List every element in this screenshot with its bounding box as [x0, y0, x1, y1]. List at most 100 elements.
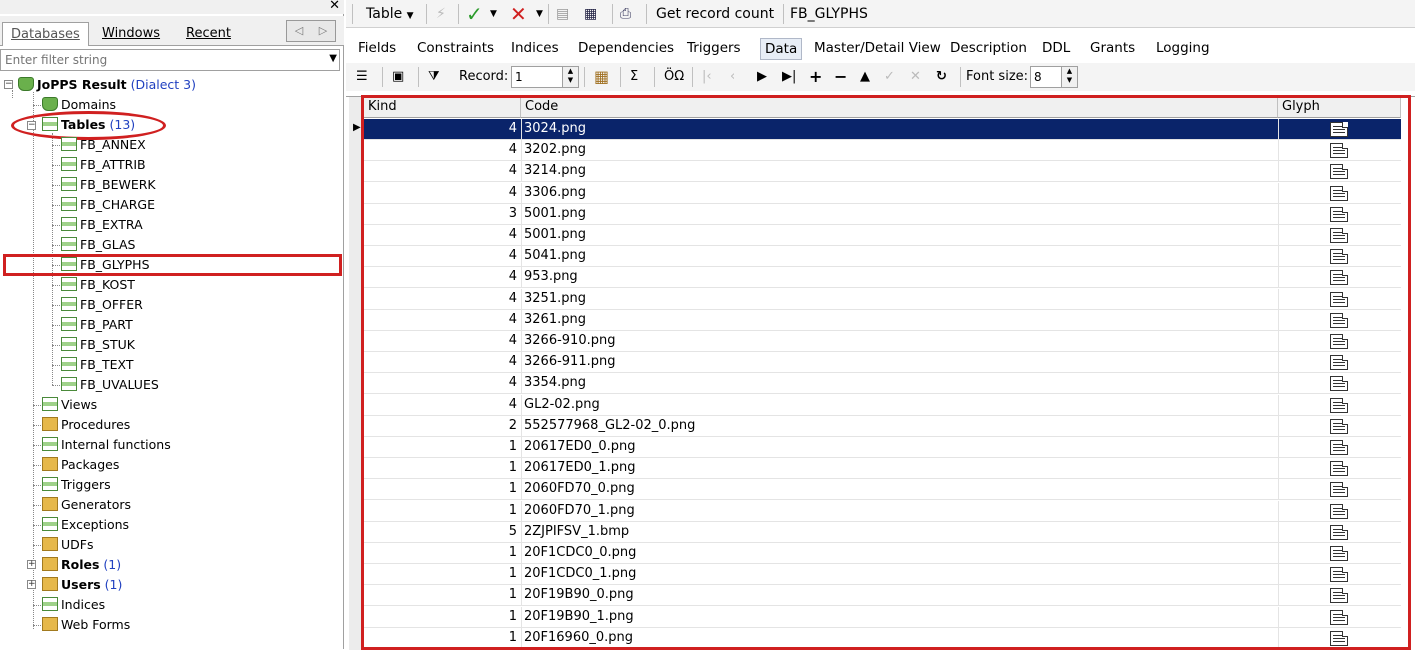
tab-fields[interactable]: Fields: [358, 40, 396, 56]
grid-highlight-box: [361, 95, 1411, 650]
table-item-fb-extra[interactable]: FB_EXTRA: [61, 215, 143, 235]
tab-grants[interactable]: Grants: [1090, 40, 1135, 56]
object-tabs: Fields Constraints Indices Dependencies Trig…: [346, 36, 1415, 62]
table-item-fb-charge[interactable]: FB_CHARGE: [61, 195, 155, 215]
object-name-field[interactable]: FB_GLYPHS: [790, 3, 868, 25]
tab-master-detail-view[interactable]: Master/Detail View: [814, 40, 941, 56]
table-item-label: FB_UVALUES: [80, 377, 159, 392]
tab-recent[interactable]: Recent: [178, 22, 239, 46]
tree-item-views[interactable]: Views: [42, 395, 97, 415]
exceptions-icon: [42, 517, 58, 531]
table-item-label: FB_STUK: [80, 337, 135, 352]
tree-item-internal-functions[interactable]: Internal functions: [42, 435, 171, 455]
tab-dependencies[interactable]: Dependencies: [578, 40, 674, 56]
table-item-fb-text[interactable]: FB_TEXT: [61, 355, 134, 375]
tab-data[interactable]: Data: [760, 38, 803, 60]
commit-dropdown-icon[interactable]: ▼: [490, 3, 497, 25]
tab-databases[interactable]: Databases: [2, 22, 89, 46]
data-grid[interactable]: ▶ Kind Code Glyph 4 3024.png 4 3202.png 4 321…: [346, 95, 1415, 650]
stepper-arrows-icon[interactable]: ▲ ▼: [562, 67, 578, 87]
get-record-count-button[interactable]: Get record count: [656, 3, 774, 25]
tree-item-procedures[interactable]: Procedures: [42, 415, 130, 435]
font-size-stepper[interactable]: 8 ▲ ▼: [1030, 66, 1078, 88]
table-menu-label: Table: [366, 6, 403, 22]
tree-item-label: Triggers: [61, 477, 111, 492]
fb-glyphs-highlight-box: [3, 254, 342, 276]
table-item-label: FB_KOST: [80, 277, 135, 292]
users-icon: [42, 577, 58, 591]
filter-dropdown-icon[interactable]: ▼: [329, 53, 337, 64]
last-record-icon[interactable]: ▶|: [782, 67, 796, 87]
table-item-fb-bewerk[interactable]: FB_BEWERK: [61, 175, 156, 195]
insert-record-icon[interactable]: +: [809, 67, 822, 87]
tab-logging[interactable]: Logging: [1156, 40, 1210, 56]
functions-icon: [42, 437, 58, 451]
tab-windows[interactable]: Windows: [94, 22, 168, 46]
first-record-icon[interactable]: |‹: [702, 67, 712, 87]
tree-item-generators[interactable]: Generators: [42, 495, 131, 515]
procedures-icon: [42, 417, 58, 431]
refresh-icon[interactable]: ↻: [936, 67, 947, 87]
table-icon: [61, 357, 77, 371]
execute-icon[interactable]: ⚡: [436, 3, 446, 25]
filter-input[interactable]: [0, 49, 340, 71]
prior-record-icon[interactable]: ‹: [730, 67, 735, 87]
table-icon: [61, 317, 77, 331]
table-icon: [61, 217, 77, 231]
table-item-fb-uvalues[interactable]: FB_UVALUES: [61, 375, 159, 395]
delete-record-icon[interactable]: −: [834, 67, 847, 87]
table-menu-button[interactable]: Table ▼: [366, 3, 414, 25]
tree-item-packages[interactable]: Packages: [42, 455, 119, 475]
custom-filter-icon[interactable]: ⧩: [428, 67, 440, 87]
tree-item-label: Internal functions: [61, 437, 171, 452]
rollback-icon[interactable]: ✕: [510, 3, 527, 25]
web-forms-icon: [42, 617, 58, 631]
commit-icon[interactable]: ✓: [466, 3, 483, 25]
table-item-fb-attrib[interactable]: FB_ATTRIB: [61, 155, 146, 175]
record-stepper[interactable]: 1 ▲ ▼: [511, 66, 579, 88]
rollback-dropdown-icon[interactable]: ▼: [536, 3, 543, 25]
tab-indices[interactable]: Indices: [511, 40, 559, 56]
table-item-fb-offer[interactable]: FB_OFFER: [61, 295, 143, 315]
tab-description[interactable]: Description: [950, 40, 1027, 56]
nav-forward-icon[interactable]: ▷: [311, 21, 335, 41]
filter-icon[interactable]: ☰: [356, 67, 368, 87]
grid-settings-icon[interactable]: ▦: [594, 67, 609, 87]
edit-record-icon[interactable]: ▲: [860, 67, 870, 87]
cancel-edit-icon[interactable]: ✕: [910, 67, 921, 87]
table-item-fb-kost[interactable]: FB_KOST: [61, 275, 135, 295]
tree-item-triggers[interactable]: Triggers: [42, 475, 111, 495]
charset-icon[interactable]: ÖΩ: [664, 67, 684, 87]
tree-item-users[interactable]: Users (1): [42, 575, 122, 595]
expand-users-icon[interactable]: +: [27, 580, 36, 589]
sum-icon[interactable]: Σ: [630, 67, 638, 87]
table-item-fb-part[interactable]: FB_PART: [61, 315, 133, 335]
table-item-fb-stuk[interactable]: FB_STUK: [61, 335, 135, 355]
close-panel-icon[interactable]: ✕: [329, 0, 340, 13]
calendar-icon[interactable]: ▦: [584, 3, 597, 25]
nav-back-icon[interactable]: ◁: [287, 21, 311, 41]
form-view-icon[interactable]: ▣: [392, 67, 404, 87]
printer-icon[interactable]: ⎙: [620, 3, 631, 25]
tree-item-indices[interactable]: Indices: [42, 595, 105, 615]
expand-roles-icon[interactable]: +: [27, 560, 36, 569]
table-item-fb-annex[interactable]: FB_ANNEX: [61, 135, 146, 155]
tab-constraints[interactable]: Constraints: [417, 40, 494, 56]
chevron-down-icon: ▼: [406, 11, 414, 21]
stepper-arrows-icon[interactable]: ▲ ▼: [1061, 67, 1077, 87]
tree-item-roles[interactable]: Roles (1): [42, 555, 121, 575]
print-preview-icon[interactable]: ▤: [556, 3, 569, 25]
tree-item-label: Exceptions: [61, 517, 130, 532]
next-record-icon[interactable]: ▶: [757, 67, 767, 87]
tree-item-exceptions[interactable]: Exceptions: [42, 515, 129, 535]
tree-item-web-forms[interactable]: Web Forms: [42, 615, 130, 635]
packages-icon: [42, 457, 58, 471]
tab-triggers[interactable]: Triggers: [687, 40, 741, 56]
tab-ddl[interactable]: DDL: [1042, 40, 1070, 56]
tree-item-label: Packages: [61, 457, 120, 472]
post-edit-icon[interactable]: ✓: [884, 67, 895, 87]
tree-root-database[interactable]: JoPPS Result (Dialect 3): [18, 75, 196, 95]
expand-root-icon[interactable]: −: [4, 80, 13, 89]
table-item-fb-glas[interactable]: FB_GLAS: [61, 235, 135, 255]
tree-item-udfs[interactable]: UDFs: [42, 535, 93, 555]
